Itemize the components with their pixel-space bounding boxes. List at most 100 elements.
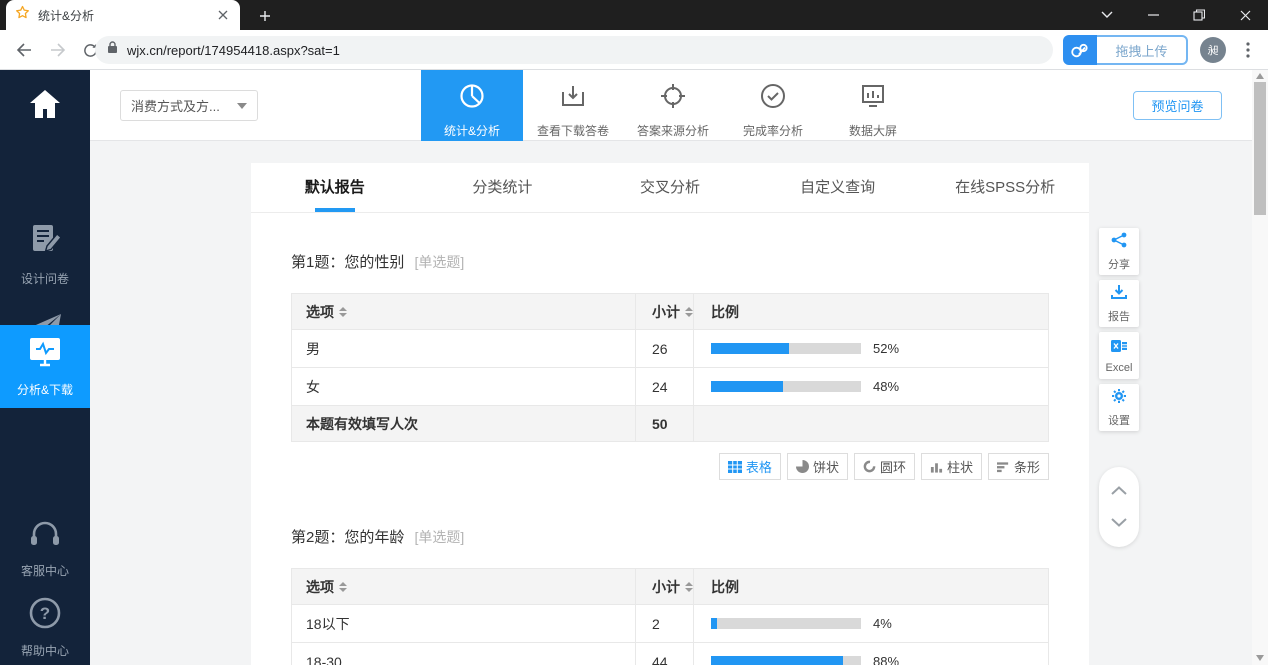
question-1-table: 选项 小计 比例 男 26 52% 女 24 48% [291, 293, 1049, 442]
browser-tabstrip: 统计&分析 [0, 0, 1268, 30]
report-download-button[interactable]: 报告 [1099, 280, 1139, 327]
scroll-down-arrow-icon[interactable] [1256, 655, 1264, 661]
gear-icon [1111, 388, 1127, 409]
question-title: 第2题：您的年龄 [291, 529, 404, 546]
chart-type-label: 条形 [1014, 457, 1040, 476]
report-tabs: 默认报告 分类统计 交叉分析 自定义查询 在线SPSS分析 [251, 163, 1089, 213]
report-tab-default[interactable]: 默认报告 [251, 163, 419, 212]
chart-type-table-button[interactable]: 表格 [719, 453, 781, 480]
headset-icon [28, 520, 62, 555]
question-2-table: 选项 小计 比例 18以下 2 4% 18-30 44 88% [291, 568, 1049, 665]
tab-close-icon[interactable] [215, 7, 231, 23]
preview-survey-button[interactable]: 预览问卷 [1133, 91, 1222, 120]
report-tab-cross[interactable]: 交叉分析 [586, 163, 754, 212]
ratio-bar-track [711, 618, 861, 629]
app-sidebar: 设计问卷 发送问卷 分析&下载 客服中心 ? 帮助中心 [0, 70, 90, 665]
ratio-bar-fill [711, 343, 789, 354]
count-cell: 24 [635, 368, 693, 405]
report-tab-custom[interactable]: 自定义查询 [754, 163, 922, 212]
sidebar-item-help[interactable]: ? 帮助中心 [0, 596, 90, 659]
share-button[interactable]: 分享 [1099, 228, 1139, 275]
browser-menu-icon[interactable] [1238, 38, 1258, 62]
count-cell: 26 [635, 330, 693, 367]
sort-icon[interactable] [685, 307, 693, 317]
back-button[interactable] [12, 38, 36, 62]
tab-data-screen[interactable]: 数据大屏 [823, 70, 923, 141]
footer-label: 本题有效填写人次 [292, 406, 635, 441]
col-header-option[interactable]: 选项 [306, 302, 334, 322]
ratio-percent: 48% [873, 379, 899, 394]
tab-label: 数据大屏 [849, 122, 897, 139]
chevron-down-icon [237, 103, 247, 109]
excel-export-button[interactable]: Excel [1099, 332, 1139, 379]
ratio-bar-fill [711, 656, 843, 665]
chart-type-donut-button[interactable]: 圆环 [854, 453, 915, 480]
window-restore-button[interactable] [1176, 0, 1222, 30]
drag-upload-button[interactable]: 拖拽上传 [1097, 35, 1188, 65]
sort-icon[interactable] [339, 307, 347, 317]
ratio-bar-track [711, 656, 861, 665]
survey-selector-dropdown[interactable]: 消费方式及方... [120, 90, 258, 121]
chart-type-label: 圆环 [880, 457, 906, 476]
ratio-percent: 4% [873, 616, 892, 631]
tab-label: 完成率分析 [743, 122, 803, 139]
svg-text:?: ? [40, 604, 50, 623]
sidebar-item-service[interactable]: 客服中心 [0, 520, 90, 579]
sidebar-item-label: 客服中心 [21, 562, 69, 579]
window-minimize-button[interactable] [1130, 0, 1176, 30]
option-cell: 18以下 [292, 605, 635, 642]
url-bar[interactable]: wjx.cn/report/174954418.aspx?sat=1 [95, 36, 1053, 64]
col-header-option[interactable]: 选项 [306, 577, 334, 597]
tab-view-answers[interactable]: 查看下载答卷 [523, 70, 623, 141]
table-footer-row: 本题有效填写人次 50 [292, 405, 1048, 441]
chart-type-label: 表格 [746, 457, 772, 476]
option-cell: 18-30 [292, 643, 635, 665]
table-row: 男 26 52% [292, 329, 1048, 367]
scroll-up-arrow-icon[interactable] [1256, 73, 1264, 79]
col-header-count[interactable]: 小计 [652, 302, 680, 322]
sidebar-item-label: 设计问卷 [21, 270, 69, 287]
sidebar-item-analyze[interactable]: 分析&下载 [0, 325, 90, 408]
col-header-ratio: 比例 [711, 577, 739, 597]
table-row: 18-30 44 88% [292, 642, 1048, 665]
footer-count: 50 [635, 406, 693, 441]
report-tab-spss[interactable]: 在线SPSS分析 [921, 163, 1089, 212]
col-header-count[interactable]: 小计 [652, 577, 680, 597]
pie-chart-icon [459, 83, 485, 114]
browser-avatar[interactable]: 昶 [1200, 37, 1226, 63]
count-cell: 44 [635, 643, 693, 665]
tab-stats-analysis[interactable]: 统计&分析 [421, 70, 523, 141]
tab-label: 统计&分析 [444, 122, 500, 139]
sidebar-item-design[interactable]: 设计问卷 [0, 222, 90, 287]
question-1-section: 第1题：您的性别 [单选题] 选项 小计 比例 男 26 52% 女 [251, 251, 1089, 480]
tab-search-icon[interactable] [1084, 0, 1130, 30]
chevron-down-icon[interactable] [1111, 514, 1127, 532]
question-title: 第1题：您的性别 [291, 254, 404, 271]
browser-tab[interactable]: 统计&分析 [6, 0, 240, 30]
settings-button[interactable]: 设置 [1099, 384, 1139, 431]
netdisk-icon [1063, 35, 1097, 65]
tab-completion-rate[interactable]: 完成率分析 [723, 70, 823, 141]
chart-type-bar-button[interactable]: 条形 [988, 453, 1049, 480]
scrollbar-thumb[interactable] [1254, 82, 1266, 215]
sidebar-item-home[interactable] [0, 88, 90, 125]
page-scrollbar[interactable] [1252, 70, 1268, 665]
tab-answer-source[interactable]: 答案来源分析 [623, 70, 723, 141]
window-close-button[interactable] [1222, 0, 1268, 30]
favicon-star-icon [15, 5, 30, 25]
report-tab-category[interactable]: 分类统计 [419, 163, 587, 212]
sort-icon[interactable] [339, 582, 347, 592]
ratio-bar-fill [711, 381, 783, 392]
browser-toolbar: wjx.cn/report/174954418.aspx?sat=1 拖拽上传 … [0, 30, 1268, 70]
dashboard-screen-icon [860, 83, 886, 114]
new-tab-button[interactable] [252, 3, 278, 29]
sort-icon[interactable] [685, 582, 693, 592]
download-tray-icon [560, 83, 586, 114]
chevron-up-icon[interactable] [1111, 482, 1127, 500]
chart-type-column-button[interactable]: 柱状 [921, 453, 982, 480]
tab-label: 答案来源分析 [637, 122, 709, 139]
netdisk-extension[interactable]: 拖拽上传 [1063, 35, 1188, 65]
sidebar-item-label: 分析&下载 [17, 381, 73, 398]
forward-button[interactable] [46, 38, 70, 62]
chart-type-pie-button[interactable]: 饼状 [787, 453, 848, 480]
